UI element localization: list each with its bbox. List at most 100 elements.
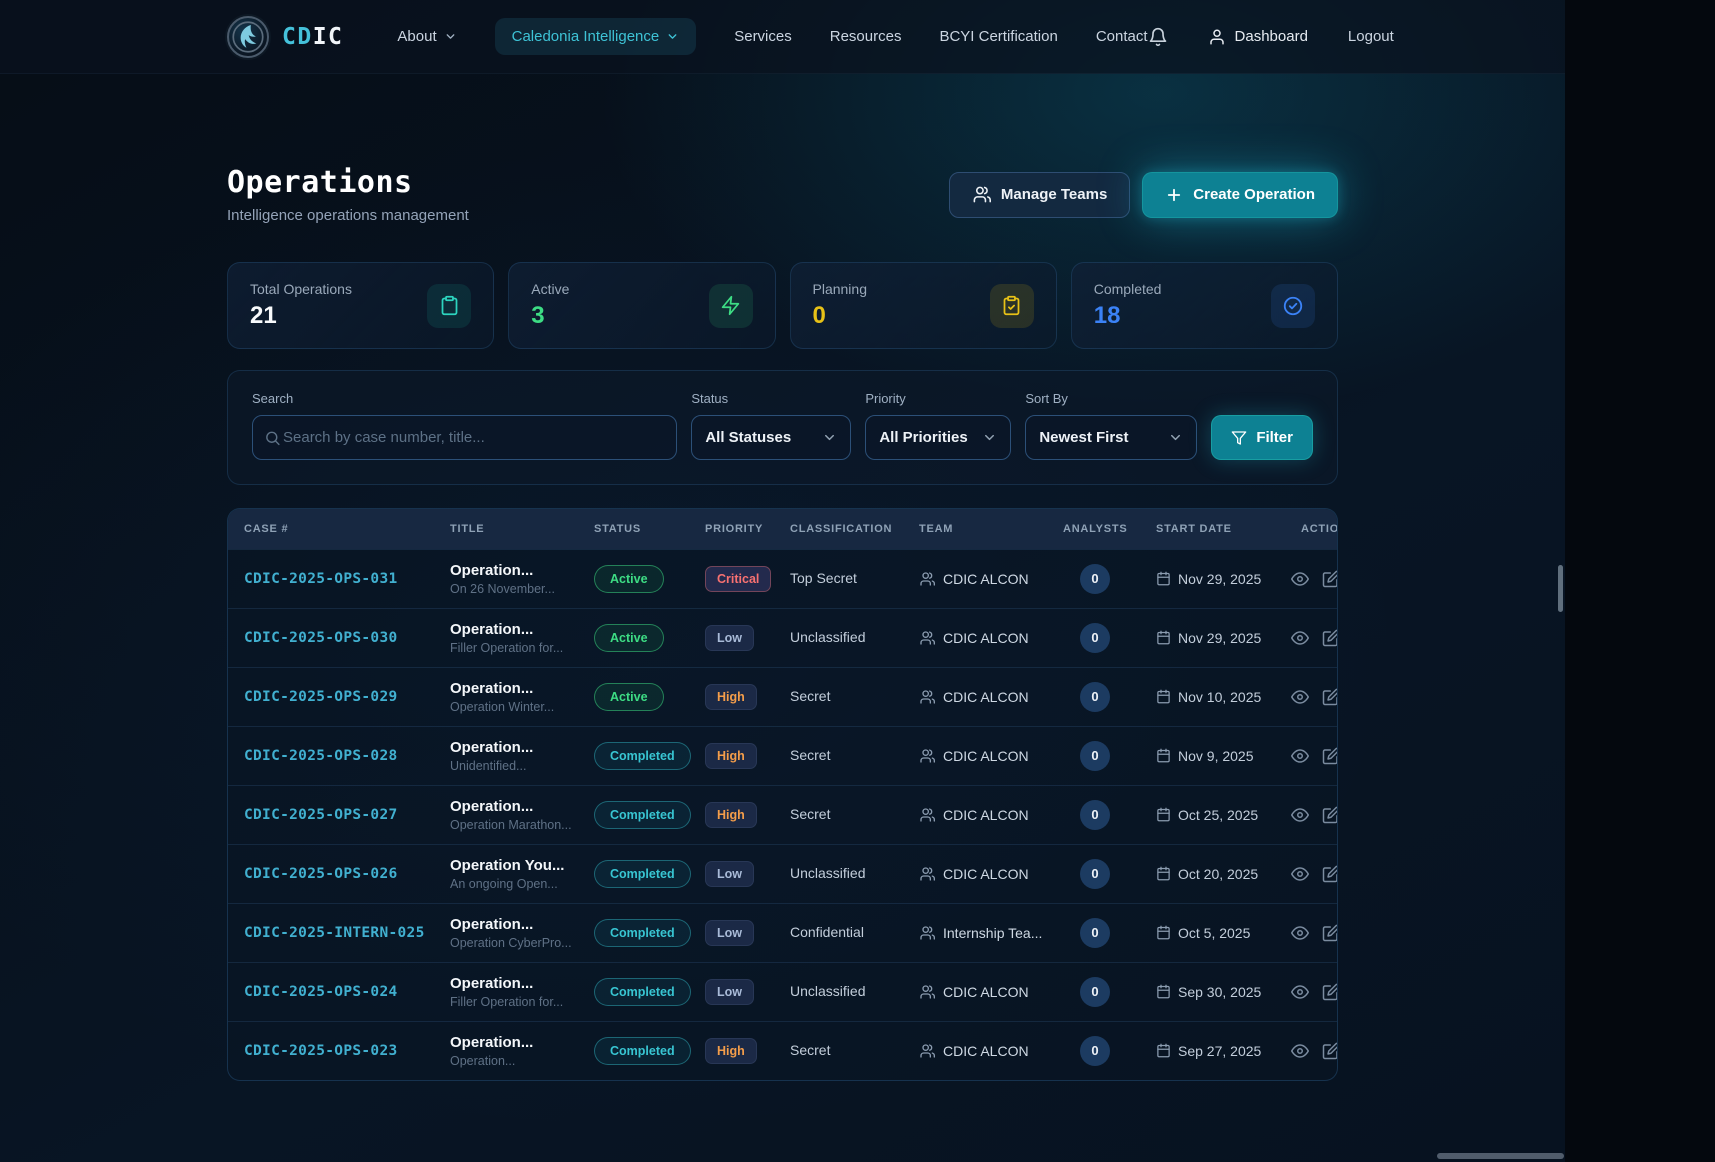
view-operation-button[interactable] [1291,629,1309,647]
view-operation-button[interactable] [1291,570,1309,588]
manage-teams-label: Manage Teams [1001,186,1107,203]
column-header-team: TEAM [919,509,1063,549]
edit-operation-button[interactable] [1322,688,1338,706]
header-actions: Manage Teams Create Operation [949,172,1338,218]
operation-title: Operation... [450,1034,594,1051]
case-number-link[interactable]: CDIC-2025-OPS-027 [244,807,398,823]
calendar-icon [1156,748,1171,763]
clipboard-icon [427,284,471,328]
table-row: CDIC-2025-INTERN-025 Operation... Operat… [228,903,1338,962]
column-header-classification: CLASSIFICATION [790,509,919,549]
team-label: Internship Tea... [943,925,1042,941]
case-number-link[interactable]: CDIC-2025-OPS-028 [244,748,398,764]
start-date-label: Nov 9, 2025 [1178,748,1254,764]
stat-text: Completed 18 [1094,281,1162,330]
create-operation-button[interactable]: Create Operation [1142,172,1338,218]
stat-label: Active [531,281,569,297]
nav-item-logout[interactable]: Logout [1348,28,1394,45]
edit-icon [1322,1042,1338,1060]
operation-title: Operation... [450,975,594,992]
manage-teams-button[interactable]: Manage Teams [949,172,1130,218]
view-operation-button[interactable] [1291,924,1309,942]
edit-operation-button[interactable] [1322,806,1338,824]
view-operation-button[interactable] [1291,747,1309,765]
start-date-cell: Sep 27, 2025 [1156,1043,1301,1059]
status-badge: Completed [594,742,691,770]
edit-operation-button[interactable] [1322,1042,1338,1060]
team-cell: CDIC ALCON [919,748,1063,764]
operation-title: Operation... [450,621,594,638]
actions-cell [1291,983,1338,1001]
create-operation-label: Create Operation [1193,186,1315,203]
nav-item-dashboard[interactable]: Dashboard [1208,28,1308,46]
edit-operation-button[interactable] [1322,865,1338,883]
analyst-count-badge: 0 [1080,1036,1110,1066]
search-input[interactable] [252,415,677,460]
brand-wordmark: CDIC [282,24,343,50]
page-subtitle: Intelligence operations management [227,207,469,224]
classification-label: Secret [790,1042,830,1058]
users-icon [972,185,991,204]
analyst-count-badge: 0 [1080,800,1110,830]
table-row: CDIC-2025-OPS-026 Operation You... An on… [228,844,1338,903]
case-number-link[interactable]: CDIC-2025-INTERN-025 [244,925,425,941]
priority-label: Priority [865,391,1011,406]
brand[interactable]: CDIC [227,16,343,58]
actions-cell [1291,747,1338,765]
stat-text: Total Operations 21 [250,281,352,330]
edit-icon [1322,983,1338,1001]
start-date-label: Oct 5, 2025 [1178,925,1250,941]
case-number-link[interactable]: CDIC-2025-OPS-029 [244,689,398,705]
edit-icon [1322,629,1338,647]
logout-label: Logout [1348,28,1394,45]
status-select[interactable]: All Statuses [691,415,851,460]
classification-label: Confidential [790,924,864,940]
table-row: CDIC-2025-OPS-031 Operation... On 26 Nov… [228,549,1338,608]
edit-operation-button[interactable] [1322,983,1338,1001]
start-date-cell: Nov 9, 2025 [1156,748,1301,764]
view-operation-button[interactable] [1291,1042,1309,1060]
priority-select[interactable]: All Priorities [865,415,1011,460]
nav-item-services[interactable]: Services [734,28,792,45]
edit-operation-button[interactable] [1322,629,1338,647]
edit-icon [1322,747,1338,765]
edit-operation-button[interactable] [1322,747,1338,765]
eye-icon [1291,629,1309,647]
nav-item-bcyi-certification[interactable]: BCYI Certification [939,28,1057,45]
eye-icon [1291,865,1309,883]
sort-select[interactable]: Newest First [1025,415,1197,460]
calendar-icon [1156,925,1171,940]
notifications-bell-button[interactable] [1148,27,1168,47]
case-number-link[interactable]: CDIC-2025-OPS-031 [244,571,398,587]
start-date-label: Sep 27, 2025 [1178,1043,1261,1059]
operation-title: Operation... [450,916,594,933]
operation-subtitle: Filler Operation for... [450,641,594,655]
team-users-icon [919,748,935,764]
page-header: Operations Intelligence operations manag… [227,165,1338,224]
vertical-scrollbar-thumb[interactable] [1558,565,1563,612]
case-number-link[interactable]: CDIC-2025-OPS-024 [244,984,398,1000]
case-number-link[interactable]: CDIC-2025-OPS-026 [244,866,398,882]
nav-item-resources[interactable]: Resources [830,28,902,45]
column-header-analysts: ANALYSTS [1063,509,1156,549]
nav-item-caledonia-intelligence[interactable]: Caledonia Intelligence [495,18,697,55]
edit-operation-button[interactable] [1322,570,1338,588]
view-operation-button[interactable] [1291,806,1309,824]
nav-item-label: Resources [830,28,902,45]
sort-label: Sort By [1025,391,1197,406]
nav-item-about[interactable]: About [397,28,456,45]
operation-title: Operation... [450,739,594,756]
case-number-link[interactable]: CDIC-2025-OPS-023 [244,1043,398,1059]
view-operation-button[interactable] [1291,983,1309,1001]
horizontal-scrollbar-thumb[interactable] [1437,1153,1564,1159]
edit-operation-button[interactable] [1322,924,1338,942]
view-operation-button[interactable] [1291,688,1309,706]
team-cell: CDIC ALCON [919,689,1063,705]
operation-title: Operation... [450,798,594,815]
filter-button[interactable]: Filter [1211,415,1313,460]
stat-value: 21 [250,302,352,330]
view-operation-button[interactable] [1291,865,1309,883]
stat-label: Planning [813,281,868,297]
case-number-link[interactable]: CDIC-2025-OPS-030 [244,630,398,646]
nav-item-contact[interactable]: Contact [1096,28,1148,45]
